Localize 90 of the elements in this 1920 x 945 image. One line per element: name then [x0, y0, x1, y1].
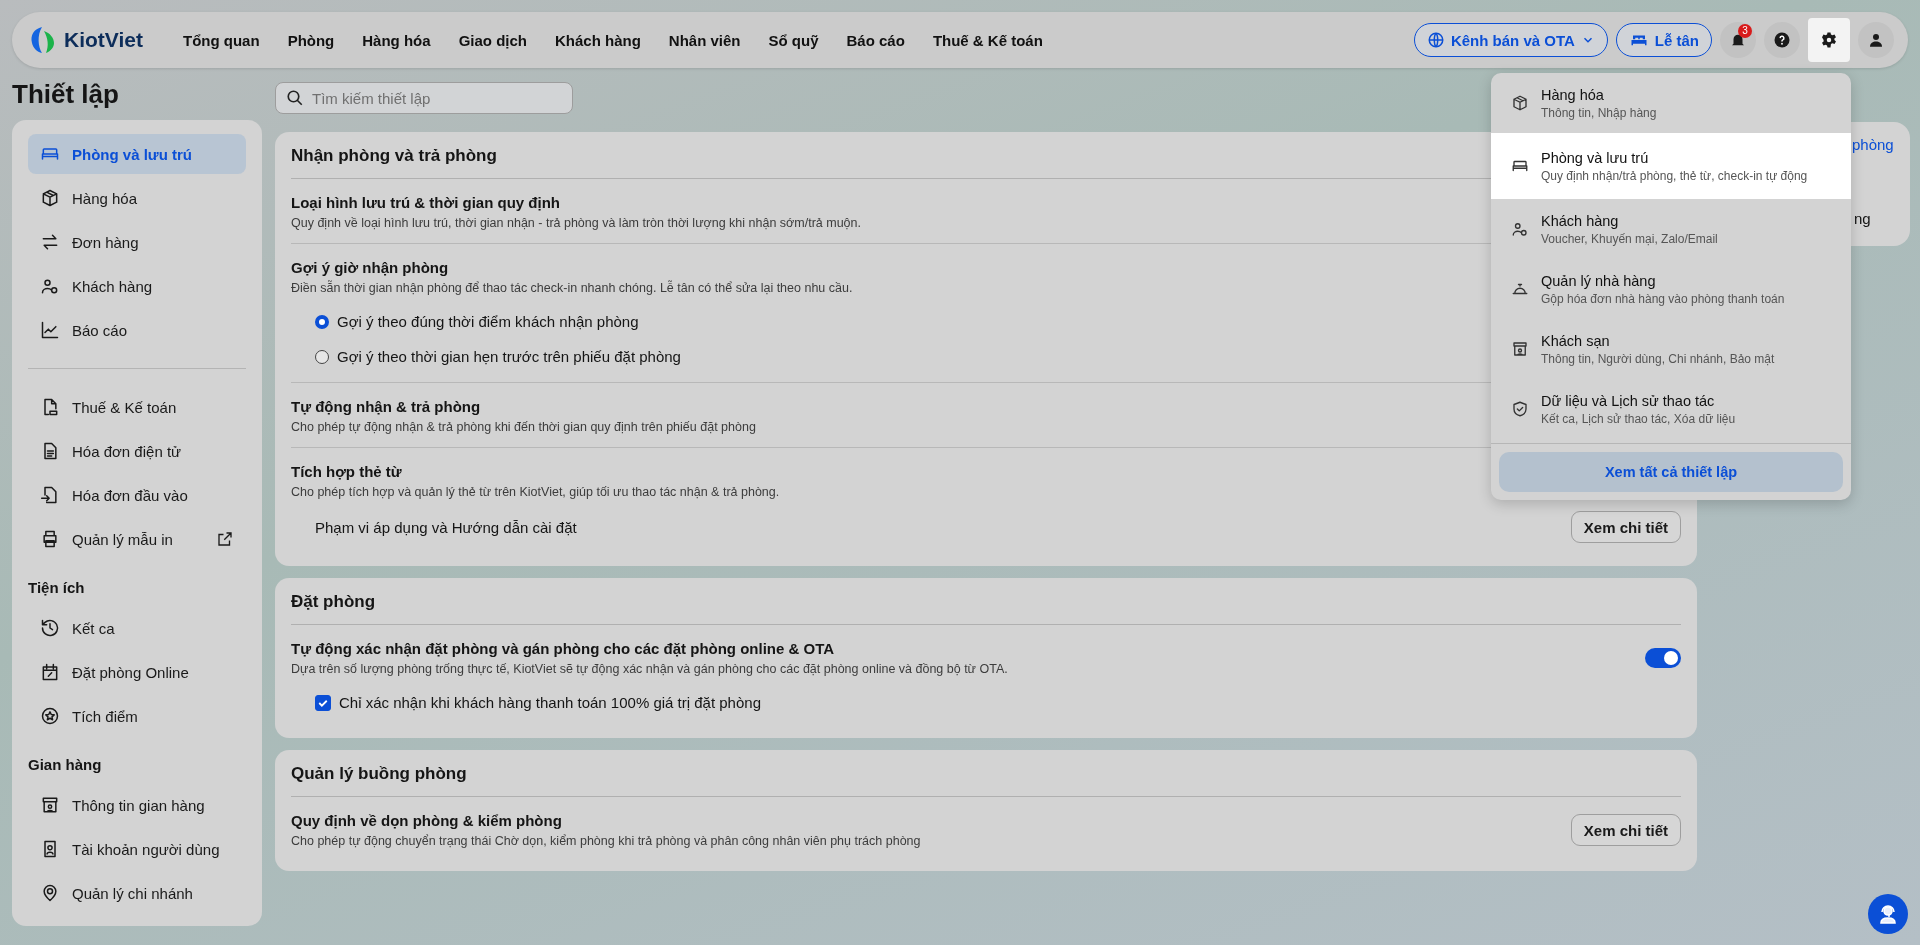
- side-card-text: ng: [1854, 210, 1871, 227]
- setting-title: Tự động xác nhận đặt phòng và gán phòng cho các đặt phòng online & OTA: [291, 640, 835, 657]
- sidebar-heading: Tiện ích: [28, 579, 86, 596]
- history-icon: [40, 618, 60, 638]
- sidebar-item[interactable]: Kết ca: [28, 608, 246, 648]
- setting-title: Loại hình lưu trú & thời gian quy định: [291, 194, 560, 211]
- settings-menu-item[interactable]: Hàng hóa Thông tin, Nhập hàng: [1491, 73, 1851, 133]
- sidebar-item[interactable]: Quản lý mẫu in: [28, 519, 246, 559]
- sidebar-item[interactable]: Phòng và lưu trú: [28, 134, 246, 174]
- settings-menu-item[interactable]: Khách hàng Voucher, Khuyến mại, Zalo/Email: [1491, 199, 1851, 259]
- setting-title: Quy định về dọn phòng & kiểm phòng: [291, 812, 562, 829]
- sidebar-item[interactable]: Hóa đơn điện tử: [28, 431, 246, 471]
- nav-link[interactable]: Sổ quỹ: [754, 31, 833, 49]
- globe-icon: [1426, 31, 1445, 49]
- toggle-switch[interactable]: [1645, 648, 1681, 668]
- notification-badge: 3: [1738, 24, 1752, 38]
- notification-button[interactable]: 3: [1720, 22, 1756, 58]
- setting-description: Dựa trên số lượng phòng trống thực tế, KiotViet sẽ tự động xác nhận và gán phòng cho các đặt phòng online và đồng bộ từ OTA.: [291, 662, 1008, 676]
- sidebar-item[interactable]: Khách hàng: [28, 266, 246, 306]
- nav-link[interactable]: Thuế & Kế toán: [918, 31, 1057, 49]
- sidebar-item[interactable]: Thuế & Kế toán: [28, 387, 246, 427]
- settings-icon: [1820, 31, 1838, 49]
- user-icon: [1867, 31, 1885, 49]
- setting-description: Quy định về loại hình lưu trú, thời gian nhận - trả phòng và làm tròn thời lượng khi nhận sớm/trả muộn.: [291, 216, 861, 230]
- section-title: Đặt phòng: [291, 592, 1681, 625]
- sidebar-item[interactable]: Hóa đơn đầu vào: [28, 475, 246, 515]
- printer-icon: [40, 529, 60, 549]
- settings-menu-item[interactable]: Phòng và lưu trú Quy định nhận/trả phòng, thẻ từ, check-in tự động: [1491, 133, 1851, 199]
- settings-menu-item[interactable]: Quản lý nhà hàng Gộp hóa đơn nhà hàng vào phòng thanh toán: [1491, 259, 1851, 319]
- user-icon: [40, 276, 60, 296]
- nav-link[interactable]: Hàng hóa: [348, 31, 445, 49]
- nav-link[interactable]: Báo cáo: [832, 31, 919, 49]
- radio-button[interactable]: [315, 314, 329, 329]
- setting-description: Cho phép tích hợp và quản lý thẻ từ trên KiotViet, giúp tối ưu thao tác nhận & trả phòng.: [291, 485, 780, 499]
- chart-icon: [40, 320, 60, 340]
- setting-title: Gợi ý giờ nhận phòng: [291, 259, 449, 276]
- star-icon: [40, 706, 60, 726]
- settings-button[interactable]: [1808, 18, 1850, 62]
- user-button[interactable]: [1858, 22, 1894, 58]
- sidebar-item[interactable]: Đơn hàng: [28, 222, 246, 262]
- search-field[interactable]: Tìm kiếm thiết lập: [275, 82, 573, 114]
- shield-icon: [1511, 400, 1529, 418]
- settings-menu-item[interactable]: Khách sạn Thông tin, Người dùng, Chi nhánh, Bảo mật: [1491, 319, 1851, 379]
- store-icon: [1511, 340, 1529, 358]
- nav-link[interactable]: Tổng quan: [168, 31, 274, 49]
- checkbox[interactable]: [315, 694, 331, 711]
- sidebar-item[interactable]: Hàng hóa: [28, 178, 246, 218]
- box-icon: [1511, 94, 1529, 112]
- reception-button[interactable]: Lễ tân: [1615, 23, 1712, 57]
- setting-label: Phạm vi áp dụng và Hướng dẫn cài đặt: [315, 518, 577, 536]
- sidebar-item[interactable]: Tích điểm: [28, 696, 246, 736]
- document-arrow-icon: [40, 485, 60, 505]
- sidebar-heading: Gian hàng: [28, 756, 103, 773]
- view-all-settings-button[interactable]: Xem tất cả thiết lập: [1499, 452, 1843, 492]
- support-button[interactable]: [1868, 894, 1908, 934]
- box-icon: [40, 188, 60, 208]
- sidebar-item[interactable]: Đặt phòng Online: [28, 652, 246, 692]
- setting-description: Điền sẵn thời gian nhận phòng để thao tác check-in nhanh chóng. Lễ tân có thể sửa lại theo nhu cầu.: [291, 281, 853, 295]
- store-icon: [40, 795, 60, 815]
- details-button[interactable]: Xem chi tiết: [1570, 511, 1681, 543]
- calendar-icon: [40, 662, 60, 682]
- location-pin-icon: [40, 883, 60, 903]
- logo-text[interactable]: KiotViet: [64, 28, 143, 52]
- sidebar-item[interactable]: Tài khoản người dùng: [28, 829, 246, 869]
- nav-link[interactable]: Giao dịch: [444, 31, 541, 49]
- channel-dropdown-button[interactable]: Kênh bán và OTA: [1413, 23, 1608, 57]
- nav-link[interactable]: Khách hàng: [540, 31, 655, 49]
- sidebar-item[interactable]: Báo cáo: [28, 310, 246, 350]
- details-button[interactable]: Xem chi tiết: [1570, 814, 1681, 846]
- side-card-text: phòng: [1852, 136, 1894, 153]
- search-icon: [286, 89, 304, 107]
- setting-title: Tự động nhận & trả phòng: [291, 398, 481, 415]
- user-icon: [1511, 220, 1529, 238]
- radio-button[interactable]: [315, 349, 329, 364]
- nav-link[interactable]: Phòng: [273, 31, 349, 49]
- help-icon: [1773, 31, 1791, 49]
- settings-menu-item[interactable]: Dữ liệu và Lịch sử thao tác Kết ca, Lịch sử thao tác, Xóa dữ liệu: [1491, 379, 1851, 439]
- sidebar-item[interactable]: Quản lý chi nhánh: [28, 873, 246, 913]
- radio-label: Gợi ý theo đúng thời điểm khách nhận phòng: [337, 313, 639, 330]
- help-button[interactable]: [1764, 22, 1800, 58]
- section-title: Quản lý buồng phòng: [291, 764, 1681, 797]
- checkbox-label: Chỉ xác nhận khi khách hàng thanh toán 100% giá trị đặt phòng: [339, 694, 761, 711]
- sidebar-item[interactable]: Thông tin gian hàng: [28, 785, 246, 825]
- setting-description: Cho phép tự động chuyển trạng thái Chờ dọn, kiểm phòng khi trả phòng và phân công nhân viên phụ trách phòng: [291, 834, 921, 848]
- nav-link[interactable]: Nhân viên: [654, 31, 755, 49]
- page-title: Thiết lập: [12, 78, 120, 110]
- radio-label: Gợi ý theo thời gian hẹn trước trên phiếu đặt phòng: [337, 348, 681, 365]
- setting-description: Cho phép tự động nhận & trả phòng khi đến thời gian quy định trên phiếu đặt phòng: [291, 420, 756, 434]
- setting-title: Tích hợp thẻ từ: [291, 463, 402, 480]
- arrows-icon: [40, 232, 60, 252]
